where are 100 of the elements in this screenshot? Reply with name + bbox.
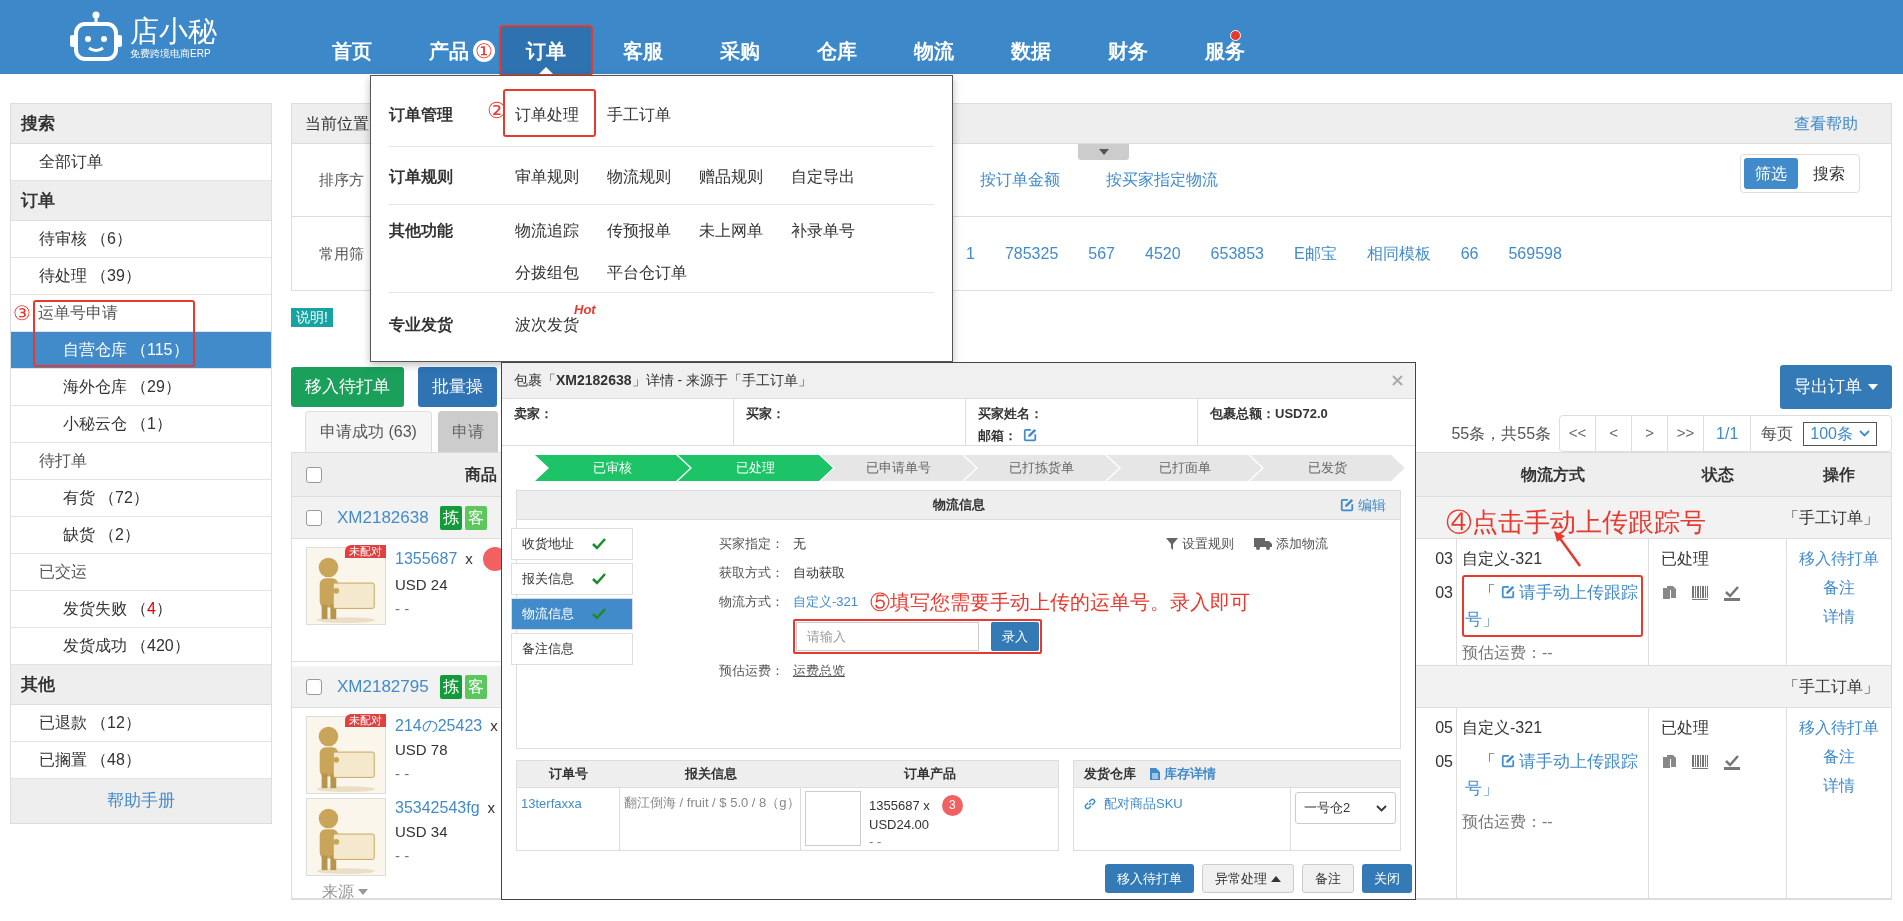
filter-link[interactable]: E邮宝 [1294,241,1337,266]
filter-link[interactable]: 66 [1460,241,1479,266]
sidebar-item[interactable]: 发货失败 （4） [11,591,271,628]
nav-tab[interactable]: 订单 [500,27,591,74]
nav-tab[interactable]: 产品 [422,27,475,74]
sidebar-item[interactable]: 已交运 [11,554,271,591]
nav-tab[interactable]: 客服 [616,27,669,74]
action-link[interactable]: 备注 [1823,576,1855,600]
action-link[interactable]: 移入待打单 [1799,547,1879,571]
annotation-text: ④点击手动上传跟踪号 [1446,506,1706,539]
progress-step: 已审核 [535,455,690,481]
menu-item[interactable]: 自定导出 [791,168,855,185]
menu-item[interactable]: 传预报单 [607,222,671,239]
export-button[interactable]: 导出订单 [1780,365,1892,409]
sidebar-item[interactable]: 小秘云仓 （1） [11,406,271,443]
nav-tab[interactable]: 首页 [325,27,378,74]
tab[interactable]: 申请成功 (63) [305,411,432,452]
action-button[interactable]: 移入待打单 [291,367,404,407]
nav-tab[interactable]: 数据 [1004,27,1057,74]
field-link[interactable]: 运费总览 [793,661,845,681]
dialog-button[interactable]: 移入待打单 [1105,864,1194,893]
product-note: - - [869,833,883,850]
sidebar-item[interactable]: 有货 （72） [11,480,271,517]
filter-link[interactable]: 653853 [1210,241,1264,266]
menu-item[interactable]: 赠品规则 [699,168,763,185]
sidebar-item[interactable]: 待打单 [11,443,271,480]
product-code-link[interactable]: 1355687 [395,549,458,569]
order-number-link[interactable]: 13terfaxxa [521,796,582,811]
filter-mode-tab[interactable]: 筛选 [1744,158,1798,189]
filter-mode-tab[interactable]: 搜索 [1802,158,1856,189]
side-tab[interactable]: 报关信息 [511,563,633,595]
sidebar-item[interactable]: 海外仓库 （29） [11,369,271,406]
info-label: 卖家： [514,405,554,423]
side-tab[interactable]: 备注信息 [511,633,633,665]
menu-item[interactable]: 补录单号 [791,222,855,239]
stock-detail-link[interactable]: 库存详情 [1150,764,1216,784]
tab[interactable]: 申请 [437,411,498,452]
per-page-select[interactable]: 100条 [1803,421,1877,446]
product-code-link[interactable]: 35342543fg [395,798,480,818]
filter-link[interactable]: 1 [966,241,975,266]
action-link[interactable]: 详情 [1823,774,1855,798]
filter-link[interactable]: 567 [1088,241,1115,266]
pager-button[interactable]: >> [1668,416,1705,451]
status-tag: 拣 [439,505,462,530]
help-link[interactable]: 查看帮助 [1794,111,1858,136]
menu-item[interactable]: 物流规则 [607,168,671,185]
sidebar-item[interactable]: 待审核 （6） [11,221,271,258]
sidebar-item[interactable]: 待处理 （39） [11,258,271,295]
nav-tab[interactable]: 物流 [907,27,960,74]
per-page-label: 每页 [1760,423,1795,444]
warehouse-select[interactable]: 一号仓2 [1295,792,1396,824]
sidebar-item[interactable]: 自营仓库 （115） [11,332,271,369]
page-indicator[interactable]: 1/1 [1704,416,1752,451]
menu-item[interactable]: 分拨组包 [515,264,579,281]
nav-tab[interactable]: 财务 [1101,27,1154,74]
sidebar-item[interactable]: 缺货 （2） [11,517,271,554]
submit-button[interactable]: 录入 [991,622,1039,651]
nav-tab[interactable]: 服务 [1198,27,1251,74]
menu-item[interactable]: 波次发货 [515,316,579,333]
filter-link[interactable]: 相同模板 [1366,241,1431,266]
status-tag: 客 [464,674,487,699]
menu-item[interactable]: 手工订单 [607,106,671,123]
help-link[interactable]: 帮助手册 [11,779,271,823]
sidebar-item[interactable]: 已退款 （12） [11,705,271,742]
side-tab[interactable]: 物流信息 [511,598,633,630]
upload-tracking-link[interactable]: 「 请手动上传跟踪号」 [1465,748,1640,802]
filter-link[interactable]: 4520 [1145,241,1181,266]
input-field[interactable]: 请输入 [796,622,979,651]
field-link[interactable]: 自定义-321 [793,592,859,612]
order-id-link[interactable]: XM2182795 [337,673,429,700]
pager-button[interactable]: > [1632,416,1669,451]
dialog-button[interactable]: 关闭 [1362,864,1412,893]
pager-button[interactable]: < [1596,416,1633,451]
action-button[interactable]: 批量操 [418,367,497,407]
menu-item[interactable]: 平台仓订单 [607,264,687,281]
order-id-link[interactable]: XM2182638 [337,504,429,531]
nav-tab[interactable]: 采购 [713,27,766,74]
menu-item[interactable]: 物流追踪 [515,222,579,239]
action-link[interactable]: 移入待打单 [1799,716,1879,740]
action-link[interactable]: 备注 [1823,745,1855,769]
dialog-button[interactable]: 备注 [1302,864,1354,893]
menu-item[interactable]: 审单规则 [515,168,579,185]
side-tab[interactable]: 收货地址 [511,528,633,560]
pager-button[interactable]: << [1560,416,1597,451]
action-link[interactable]: 详情 [1823,605,1855,629]
filter-link[interactable]: 按订单金额 [980,168,1060,192]
menu-item[interactable]: 未上网单 [699,222,763,239]
menu-item[interactable]: 订单处理 [503,89,596,137]
nav-tab[interactable]: 仓库 [810,27,863,74]
product-code-link[interactable]: 214の25423 [395,716,483,736]
pair-sku-link[interactable]: 配对商品SKU [1084,794,1290,814]
filter-link[interactable]: 785325 [1004,241,1059,266]
filter-link[interactable]: 按买家指定物流 [1106,168,1218,192]
toolbar-link[interactable]: 设置规则 [1166,534,1234,554]
filter-link[interactable]: 569598 [1508,241,1562,266]
toolbar-link[interactable]: 添加物流 [1254,534,1328,554]
time-text: 03 [1435,583,1453,603]
upload-tracking-link[interactable]: 「 请手动上传跟踪号」 [1465,579,1640,633]
edit-link[interactable]: 编辑 [1340,494,1386,516]
dialog-button[interactable]: 异常处理 [1202,864,1294,893]
